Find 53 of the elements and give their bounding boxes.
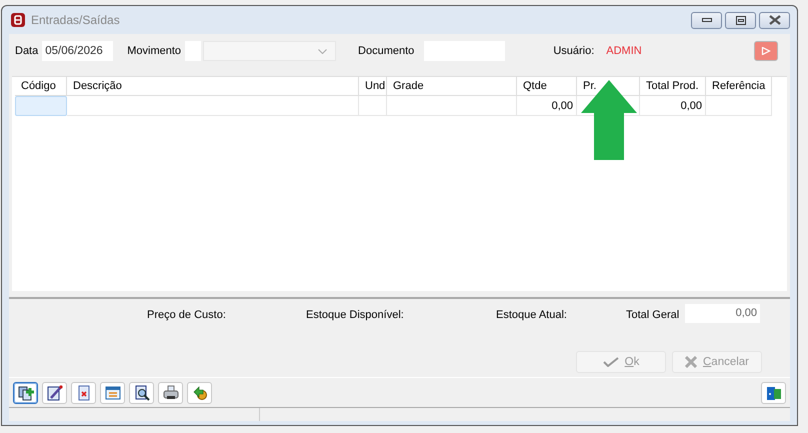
date-field[interactable]: 05/06/2026 bbox=[42, 41, 114, 61]
play-button[interactable] bbox=[754, 41, 778, 61]
edit-icon bbox=[46, 385, 62, 401]
toolbar-button[interactable] bbox=[42, 382, 67, 404]
exit-button[interactable] bbox=[761, 382, 786, 404]
printer-icon bbox=[162, 385, 178, 401]
toolbar-button[interactable] bbox=[13, 382, 38, 404]
movement-label: Movimento bbox=[127, 45, 182, 57]
total-field: 0,00 bbox=[685, 304, 760, 323]
checkmark-icon bbox=[602, 357, 619, 367]
maximize-button[interactable] bbox=[725, 12, 756, 28]
close-button[interactable] bbox=[759, 12, 790, 28]
summary-label: Estoque Disponível: bbox=[306, 309, 404, 321]
maximize-icon bbox=[736, 16, 746, 24]
summary-label: Estoque Atual: bbox=[496, 309, 567, 321]
user-label: Usuário: bbox=[553, 45, 594, 57]
toolbar-button[interactable] bbox=[158, 382, 183, 404]
search-icon bbox=[134, 385, 150, 401]
delete-document-icon bbox=[76, 385, 92, 401]
table-cell[interactable] bbox=[387, 96, 517, 116]
close-icon bbox=[768, 15, 780, 25]
chevron-down-icon bbox=[318, 48, 328, 54]
summary-label: Preço de Custo: bbox=[147, 309, 226, 321]
column-header[interactable]: Descrição bbox=[67, 77, 359, 96]
column-header[interactable]: Referência bbox=[706, 77, 772, 96]
minimize-button[interactable] bbox=[691, 12, 722, 28]
column-header[interactable]: Qtde bbox=[517, 77, 577, 96]
table-cell[interactable] bbox=[359, 96, 387, 116]
minimize-icon bbox=[702, 17, 712, 23]
table-cell[interactable] bbox=[15, 96, 67, 116]
toolbar-button[interactable] bbox=[129, 382, 154, 404]
x-icon bbox=[684, 356, 697, 368]
user-name: ADMIN bbox=[606, 45, 642, 57]
door-exit-icon bbox=[766, 385, 782, 401]
column-header[interactable]: Código bbox=[15, 77, 67, 96]
movement-code-field[interactable] bbox=[185, 41, 202, 61]
column-header[interactable]: Total Prod. bbox=[640, 77, 706, 96]
play-icon bbox=[761, 47, 771, 55]
total-label: Total Geral bbox=[626, 309, 680, 321]
copy-add-icon bbox=[18, 385, 34, 401]
list-window-icon bbox=[104, 385, 120, 401]
window-title: Entradas/Saídas bbox=[31, 13, 120, 27]
toolbar-button[interactable] bbox=[187, 382, 212, 404]
app-logo-icon bbox=[11, 13, 25, 27]
column-header[interactable]: Grade bbox=[387, 77, 517, 96]
table-cell[interactable]: 0,00 bbox=[640, 96, 706, 116]
table-cell[interactable] bbox=[706, 96, 772, 116]
table-cell[interactable]: 0,00 bbox=[517, 96, 577, 116]
column-header[interactable]: Und bbox=[359, 77, 387, 96]
document-label: Documento bbox=[358, 45, 414, 57]
date-label: Data bbox=[15, 45, 38, 57]
table-cell[interactable] bbox=[67, 96, 359, 116]
gear-arrow-icon bbox=[192, 385, 208, 401]
